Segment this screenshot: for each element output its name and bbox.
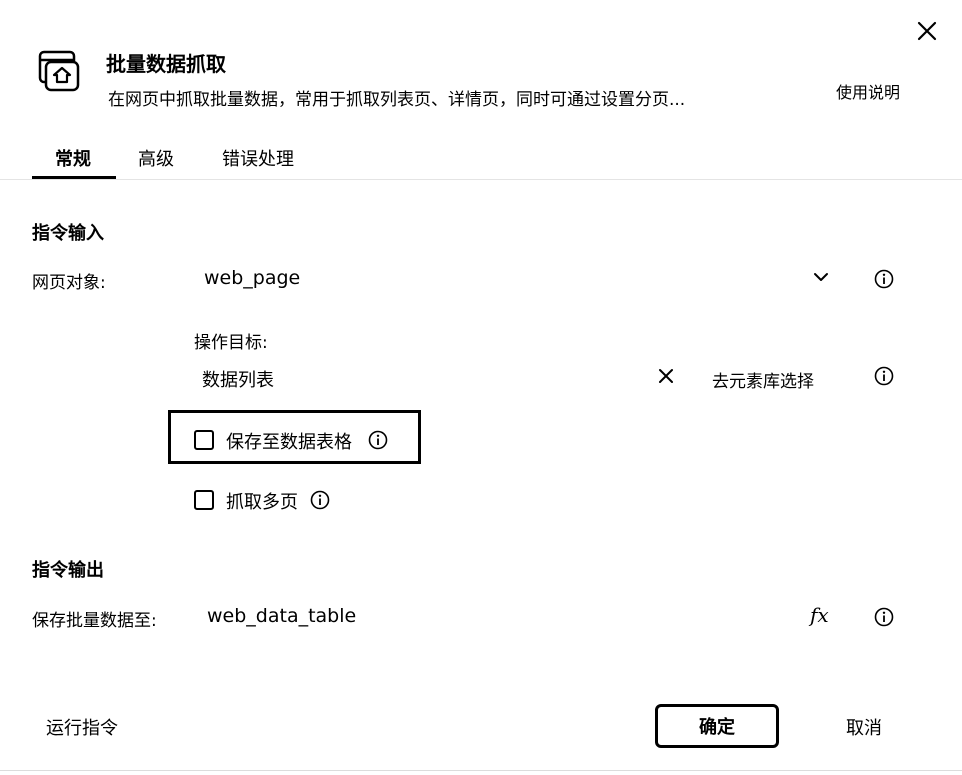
tabs-divider (0, 179, 962, 180)
dialog-title: 批量数据抓取 (106, 52, 226, 76)
chevron-down-icon[interactable] (812, 268, 830, 286)
save-output-label: 保存批量数据至: (32, 611, 157, 631)
web-page-select[interactable]: web_page (204, 267, 300, 289)
run-command-link[interactable]: 运行指令 (46, 714, 118, 740)
operation-target-value[interactable]: 数据列表 (202, 366, 274, 392)
help-link[interactable]: 使用说明 (836, 79, 900, 103)
input-section-title: 指令输入 (32, 223, 104, 244)
web-page-label: 网页对象: (32, 273, 106, 293)
info-icon[interactable] (874, 269, 894, 289)
multi-page-label[interactable]: 抓取多页 (226, 488, 298, 514)
info-icon[interactable] (368, 430, 388, 450)
save-to-table-label[interactable]: 保存至数据表格 (226, 428, 352, 454)
output-section-title: 指令输出 (32, 560, 104, 581)
save-to-table-checkbox[interactable] (194, 430, 214, 450)
info-icon[interactable] (310, 490, 330, 510)
browser-window-upload-icon (38, 50, 80, 92)
bottom-divider (0, 770, 962, 771)
multi-page-checkbox[interactable] (194, 490, 214, 510)
batch-data-scrape-dialog: 批量数据抓取 在网页中抓取批量数据，常用于抓取列表页、详情页，同时可通过设置分页… (0, 0, 962, 775)
output-variable-input[interactable]: web_data_table (207, 605, 356, 627)
tab-error-handling[interactable]: 错误处理 (222, 145, 294, 171)
close-icon[interactable] (914, 18, 940, 44)
element-library-link[interactable]: 去元素库选择 (712, 367, 814, 392)
tab-general[interactable]: 常规 (55, 145, 91, 171)
operation-target-label: 操作目标: (194, 333, 268, 353)
ok-button[interactable]: 确定 (655, 704, 779, 748)
cancel-button[interactable]: 取消 (846, 714, 882, 740)
dialog-subtitle: 在网页中抓取批量数据，常用于抓取列表页、详情页，同时可通过设置分页... (108, 90, 686, 110)
info-icon[interactable] (874, 366, 894, 386)
info-icon[interactable] (874, 607, 894, 627)
clear-icon[interactable] (657, 367, 675, 385)
tab-advanced[interactable]: 高级 (138, 145, 174, 171)
fx-icon[interactable]: fx (810, 603, 829, 627)
